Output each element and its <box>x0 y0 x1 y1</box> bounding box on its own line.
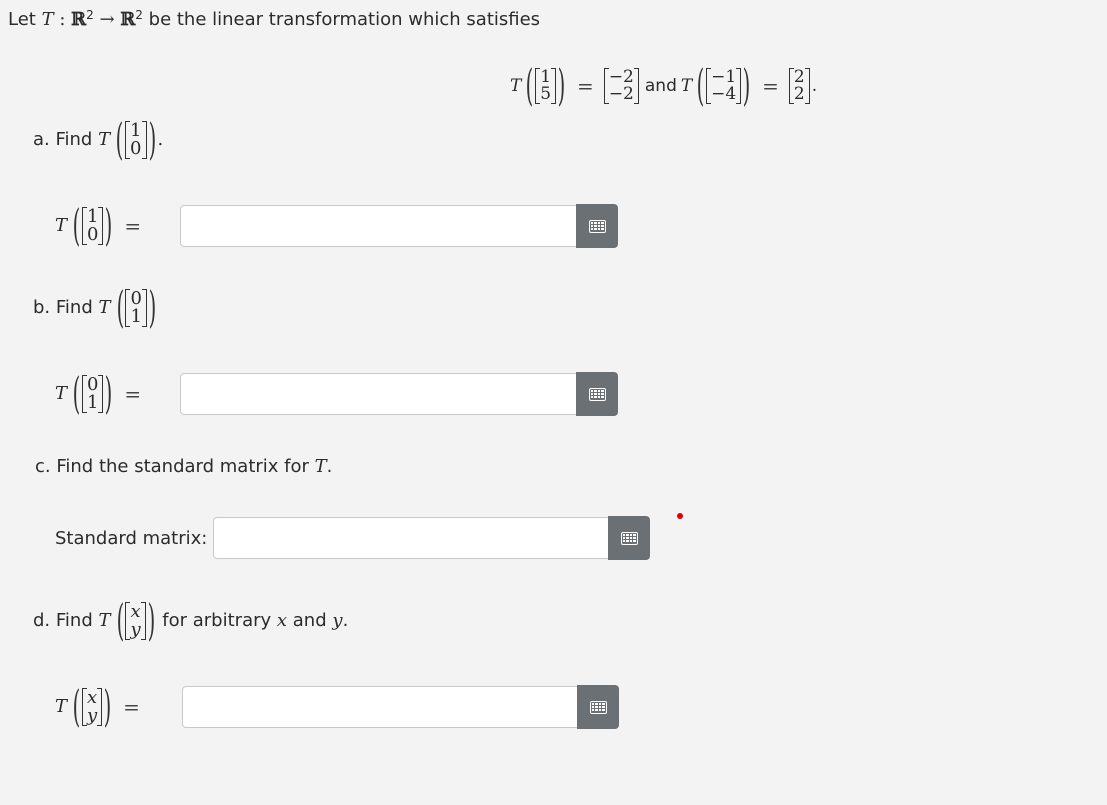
vec-bottom: 1 <box>130 306 142 327</box>
math-x: x <box>276 610 288 631</box>
v2-bottom: −4 <box>711 84 737 104</box>
exp-domain: 2 <box>86 8 94 22</box>
math-colon: : <box>59 9 66 30</box>
vector-e1: 1 0 <box>125 121 147 159</box>
part-b-equation: T ( 0 1 ) = <box>55 370 141 418</box>
vector-v1: 1 5 <box>535 68 556 104</box>
keyboard-button-c[interactable] <box>608 516 650 560</box>
intro-text: Let <box>8 9 36 30</box>
right-paren: ) <box>105 367 113 419</box>
right-paren: ) <box>147 594 155 646</box>
math-T: T <box>510 75 522 96</box>
and-text: and <box>292 610 327 631</box>
vec-bottom: 0 <box>130 138 142 159</box>
period: . <box>342 610 349 631</box>
part-d-label: d. Find <box>33 610 93 631</box>
left-paren: ( <box>696 59 705 111</box>
right-paren: ) <box>148 113 156 165</box>
math-T: T <box>98 129 111 150</box>
arbitrary-text: for arbitrary <box>162 610 272 631</box>
vector-w1: −2 −2 <box>603 68 639 104</box>
part-c-prompt: c. Find the standard matrix for T. <box>35 458 332 476</box>
vector-w2: 2 2 <box>788 68 810 104</box>
equals-sign: = <box>577 74 594 98</box>
keyboard-button-d[interactable] <box>577 685 619 729</box>
math-T: T <box>98 297 111 318</box>
keyboard-button-a[interactable] <box>576 204 618 248</box>
part-c-label: c. Find the standard matrix for <box>35 456 309 477</box>
vector-e1: 1 0 <box>81 207 104 245</box>
right-paren: ) <box>557 59 566 111</box>
vector-xy: x y <box>125 602 146 640</box>
math-T: T <box>55 383 68 404</box>
left-paren: ( <box>72 680 81 732</box>
part-d-equation: T ( x y ) = <box>55 683 140 731</box>
standard-matrix-label: Standard matrix: <box>55 528 208 549</box>
keyboard-button-b[interactable] <box>576 372 618 416</box>
left-paren: ( <box>72 367 81 419</box>
keyboard-icon <box>588 219 606 233</box>
answer-d-input[interactable] <box>182 686 578 728</box>
part-a-prompt: a. Find T ( 1 0 ) . <box>33 116 163 164</box>
equals-sign: = <box>124 214 142 238</box>
intro-text-tail: be the linear transformation which satis… <box>148 9 541 30</box>
left-paren: ( <box>116 281 124 333</box>
left-paren: ( <box>525 59 534 111</box>
answer-b-input[interactable] <box>180 373 577 415</box>
vec-bottom: 1 <box>86 392 99 413</box>
and-text: and <box>644 75 677 96</box>
vector-v2: −1 −4 <box>706 68 742 104</box>
math-T: T <box>55 215 68 236</box>
vec-bottom: y <box>86 705 98 726</box>
vector-e2: 0 1 <box>125 289 148 327</box>
right-paren: ) <box>742 59 751 111</box>
given-conditions: T ( 1 5 ) = −2 −2 and T ( −1 −4 ) = 2 2 … <box>510 60 817 112</box>
part-b-label: b. Find <box>33 297 93 318</box>
w2-bottom: 2 <box>793 84 805 104</box>
vector-xy: x y <box>81 688 103 726</box>
math-T: T <box>98 610 111 631</box>
keyboard-icon <box>588 387 606 401</box>
math-R-codomain: ℝ <box>120 9 136 30</box>
math-T: T <box>55 696 68 717</box>
math-T: T <box>680 75 693 96</box>
left-paren: ( <box>115 113 124 165</box>
math-arrow: → <box>99 9 115 30</box>
right-paren: ) <box>148 281 157 333</box>
part-d-prompt: d. Find T ( x y ) for arbitrary x and y. <box>33 597 348 645</box>
math-T: T <box>314 456 327 477</box>
period: . <box>157 129 164 150</box>
equals-sign: = <box>124 382 142 406</box>
part-b-prompt: b. Find T ( 0 1 ) <box>33 284 158 332</box>
period: . <box>811 75 818 96</box>
part-a-label: a. Find <box>33 129 93 150</box>
equals-sign: = <box>123 695 140 719</box>
problem-statement: Let T : ℝ2 → ℝ2 be the linear transforma… <box>8 8 541 30</box>
exp-codomain: 2 <box>135 8 143 22</box>
left-paren: ( <box>72 199 81 251</box>
math-T: T <box>41 9 54 30</box>
right-paren: ) <box>105 199 113 251</box>
keyboard-icon <box>620 531 638 545</box>
period: . <box>326 456 333 477</box>
standard-matrix-input[interactable] <box>213 517 609 559</box>
equals-sign: = <box>762 74 779 98</box>
math-y: y <box>332 610 343 631</box>
v1-bottom: 5 <box>540 84 552 104</box>
left-paren: ( <box>116 594 124 646</box>
red-dot-marker <box>677 513 683 519</box>
part-a-equation: T ( 1 0 ) = <box>55 202 141 250</box>
w1-bottom: −2 <box>608 84 634 104</box>
keyboard-icon <box>589 700 607 714</box>
right-paren: ) <box>103 680 112 732</box>
math-R-domain: ℝ <box>71 9 87 30</box>
vec-bottom: 0 <box>86 224 99 245</box>
vec-bottom: y <box>130 619 141 640</box>
vector-e2: 0 1 <box>81 375 104 413</box>
answer-a-input[interactable] <box>180 205 577 247</box>
